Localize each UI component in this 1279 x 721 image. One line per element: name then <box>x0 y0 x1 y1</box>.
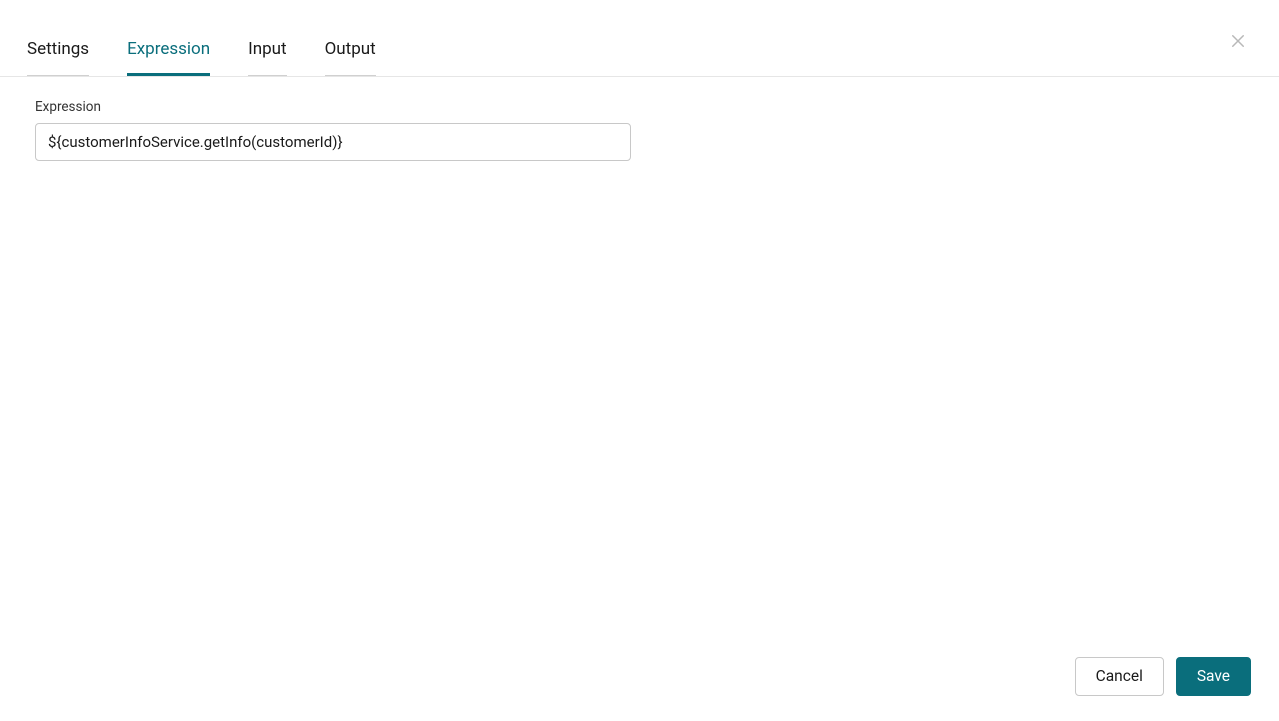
tab-settings[interactable]: Settings <box>27 13 89 76</box>
save-button[interactable]: Save <box>1176 657 1251 696</box>
close-icon <box>1229 32 1247 50</box>
dialog: Settings Expression Input Output Express… <box>0 0 1279 721</box>
tab-output[interactable]: Output <box>325 13 376 76</box>
dialog-footer: Cancel Save <box>1075 657 1251 696</box>
cancel-button[interactable]: Cancel <box>1075 657 1164 696</box>
expression-label: Expression <box>35 99 1251 115</box>
tab-content: Expression <box>0 77 1279 721</box>
tab-input[interactable]: Input <box>248 13 287 76</box>
expression-input[interactable] <box>35 123 631 161</box>
tabs-row: Settings Expression Input Output <box>0 0 1279 77</box>
tab-expression[interactable]: Expression <box>127 13 210 76</box>
close-button[interactable] <box>1227 30 1249 52</box>
